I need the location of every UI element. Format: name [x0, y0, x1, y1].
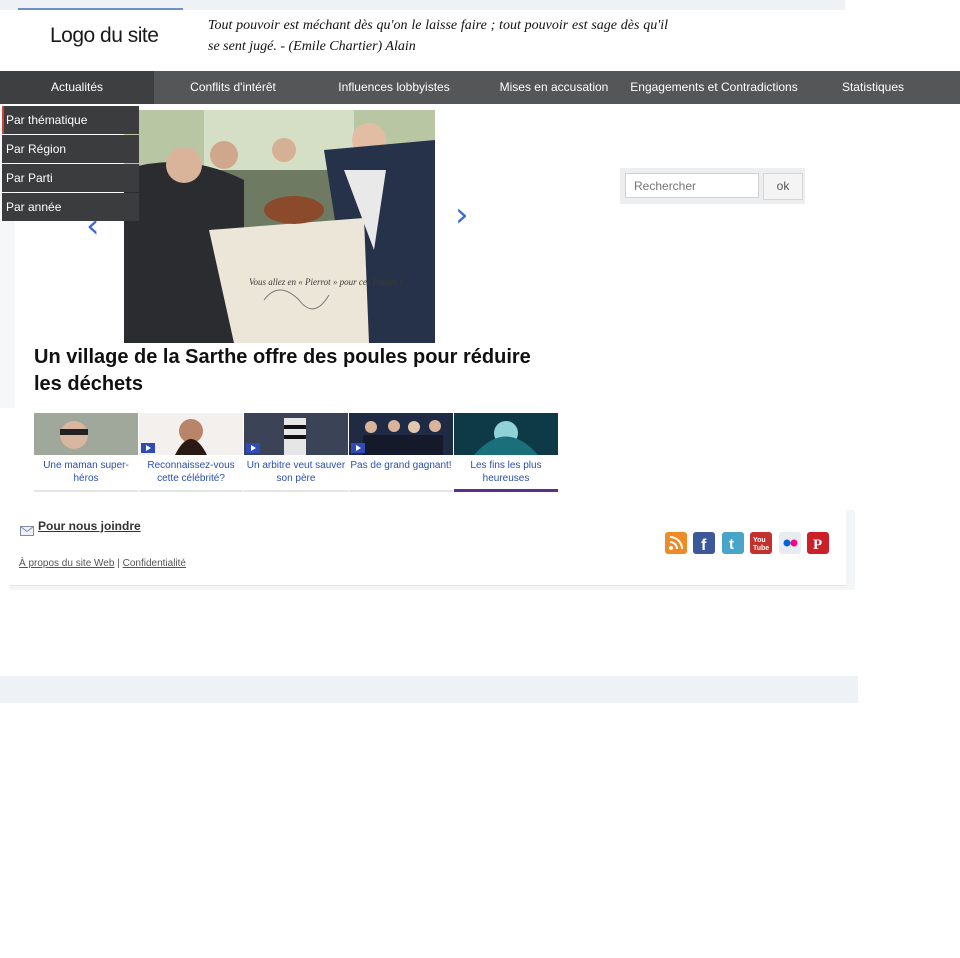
- dropdown-item-thematique[interactable]: Par thématique: [2, 106, 139, 134]
- video-play-icon: [351, 443, 365, 453]
- mail-icon: [20, 523, 34, 536]
- thumbnail-item[interactable]: Un arbitre veut sauver son père: [244, 413, 348, 493]
- page-bottom-band: [0, 676, 858, 703]
- page-bottom: [15, 590, 858, 676]
- thumbnail-caption: Reconnaissez-vous cette célébrité?: [139, 455, 243, 492]
- site-logo[interactable]: Logo du site: [50, 24, 159, 48]
- nav-item-mises-en-accusation[interactable]: Mises en accusation: [488, 71, 620, 104]
- nav-item-actualites[interactable]: Actualités: [0, 71, 154, 104]
- hero-image[interactable]: Vous allez en « Pierrot » pour ces Poule…: [124, 110, 435, 343]
- hero-photo: Vous allez en « Pierrot » pour ces Poule…: [124, 110, 435, 343]
- thumbnail-image: [454, 413, 558, 455]
- main-nav: Actualités Conflits d'intérêt Influences…: [0, 71, 960, 104]
- svg-text:You: You: [753, 537, 766, 544]
- thumbnail-item[interactable]: Reconnaissez-vous cette célébrité?: [139, 413, 243, 493]
- thumbnail-image: [244, 413, 348, 455]
- footer-separator: |: [117, 558, 120, 569]
- flickr-icon[interactable]: [779, 532, 801, 554]
- about-link[interactable]: À propos du site Web: [19, 558, 114, 569]
- thumbnail-caption: Une maman super-héros: [34, 455, 138, 492]
- search-button[interactable]: ok: [763, 173, 803, 200]
- header-quote: Tout pouvoir est méchant dès qu'on le la…: [208, 18, 668, 54]
- video-play-icon: [141, 443, 155, 453]
- privacy-link[interactable]: Confidentialité: [123, 558, 186, 569]
- top-strip-accent: [18, 8, 183, 10]
- dropdown-item-region[interactable]: Par Région: [2, 135, 139, 163]
- video-play-icon: [246, 443, 260, 453]
- nav-item-conflits[interactable]: Conflits d'intérêt: [160, 71, 306, 104]
- thumbnail-item[interactable]: Pas de grand gagnant!: [349, 413, 453, 493]
- dropdown-item-annee[interactable]: Par année: [2, 193, 139, 221]
- svg-text:Tube: Tube: [753, 545, 769, 552]
- hero-headline[interactable]: Un village de la Sarthe offre des poules…: [34, 344, 554, 398]
- thumbnail-item[interactable]: Une maman super-héros: [34, 413, 138, 493]
- carousel-next-icon[interactable]: ›: [455, 195, 469, 235]
- svg-text:t: t: [729, 536, 734, 553]
- youtube-icon[interactable]: You Tube: [750, 532, 772, 554]
- nav-item-statistiques[interactable]: Statistiques: [828, 71, 918, 104]
- search-input[interactable]: [625, 173, 759, 198]
- nav-item-influences[interactable]: Influences lobbyistes: [328, 71, 460, 104]
- box-inscription: Vous allez en « Pierrot » pour ces Poule…: [249, 277, 402, 287]
- dropdown-item-parti[interactable]: Par Parti: [2, 164, 139, 192]
- pinterest-icon[interactable]: P: [807, 532, 829, 554]
- actualites-dropdown: Par thématique Par Région Par Parti Par …: [2, 106, 139, 222]
- nav-item-engagements[interactable]: Engagements et Contradictions: [625, 71, 803, 104]
- facebook-icon[interactable]: f: [693, 532, 715, 554]
- thumbnail-image: [349, 413, 453, 455]
- thumbnail-item[interactable]: Les fins les plus heureuses: [454, 413, 558, 493]
- contact-link[interactable]: Pour nous joindre: [38, 519, 141, 533]
- thumbnail-caption: Un arbitre veut sauver son père: [244, 455, 348, 492]
- svg-text:P: P: [813, 537, 822, 553]
- thumbnail-caption: Pas de grand gagnant!: [349, 455, 453, 492]
- twitter-icon[interactable]: t: [722, 532, 744, 554]
- thumbnail-image: [34, 413, 138, 455]
- thumbnail-caption: Les fins les plus heureuses: [454, 455, 558, 492]
- footer-links: À propos du site Web | Confidentialité: [19, 558, 186, 569]
- rss-icon[interactable]: [665, 532, 687, 554]
- svg-text:f: f: [701, 537, 707, 554]
- thumbnail-image: [139, 413, 243, 455]
